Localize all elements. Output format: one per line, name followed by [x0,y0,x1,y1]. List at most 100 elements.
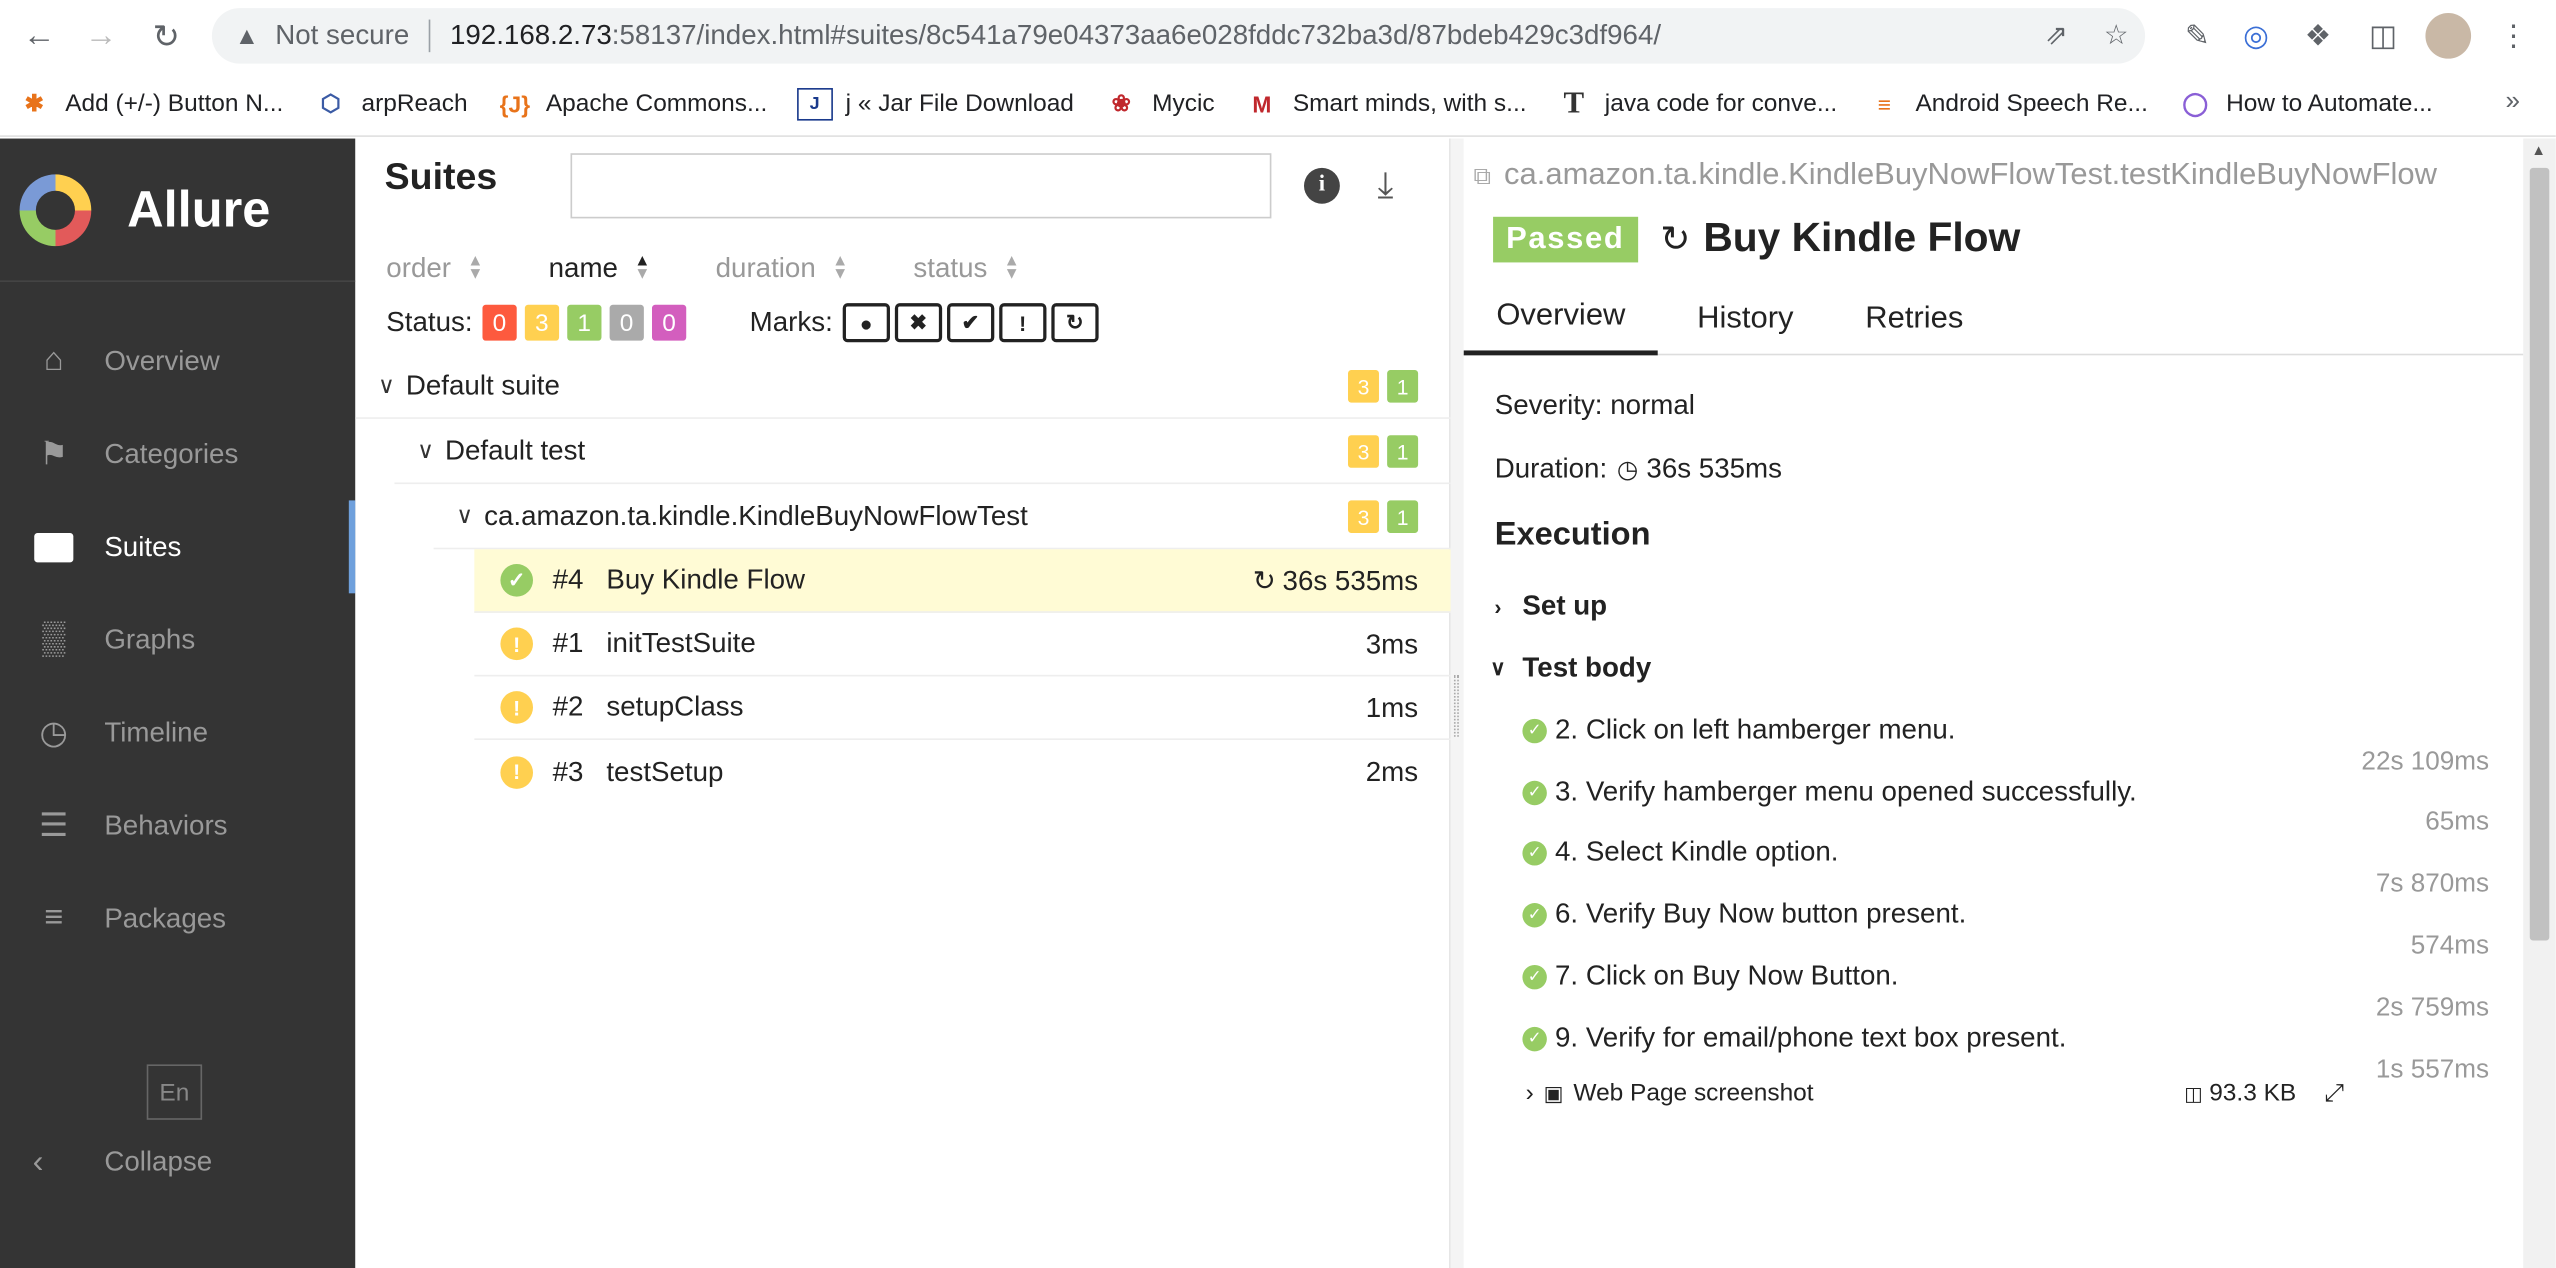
test-body-section[interactable]: ∨ Test body [1483,652,1651,685]
check-circle-icon: ✓ [1522,1026,1547,1051]
scrollbar-thumb[interactable] [2529,167,2550,941]
sidebar-item-graphs[interactable]: ▒ Graphs [0,593,355,686]
avatar[interactable] [2425,13,2472,59]
check-circle-icon: ✓ [1522,779,1547,805]
bookmark-8[interactable]: ◯ How to Automate... [2177,87,2432,120]
bookmark-3[interactable]: Jj « Jar File Download [796,87,1074,120]
broken-count: 3 [1348,370,1379,403]
sidebar-menu: ⌂ Overview ⚑ Categories Suites ▒ Graphs ◷ Ti… [0,315,356,965]
expand-icon[interactable]: ⤢ [2324,1079,2344,1107]
bookmark-7[interactable]: ≡ Android Speech Re... [1867,87,2148,120]
copy-icon[interactable]: ⧉ [1474,162,1491,190]
test-row[interactable]: ! #1 initTestSuite 3ms [474,613,1451,677]
brand-name: Allure [127,180,271,238]
step-row[interactable]: ✓ 7. Click on Buy Now Button. [1522,960,1898,993]
sort-arrows-icon: ▲ ▼ [467,252,484,284]
chevron-left-icon: ‹ [32,1143,44,1180]
bookmark-0[interactable]: ✱ Add (+/-) Button N... [16,87,284,120]
test-row[interactable]: ✓ #4 Buy Kindle Flow ↻ 36s 535ms [474,549,1451,613]
bookmark-label: Android Speech Re... [1915,89,2148,118]
passed-count: 1 [1387,435,1419,468]
chevron-right-icon: › [1525,1079,1534,1107]
attachment-row[interactable]: › ▣ Web Page screenshot ◫ 93.3 KB ⤢ [1525,1079,2344,1107]
suites-pane: Suites i ⤓ order ▲ ▼ name ▲ ▼ duration ▲ ▼ sta… [355,138,1451,1268]
info-icon[interactable]: i [1301,165,1343,207]
sort-order[interactable]: order ▲ ▼ [386,253,483,286]
sidebar-item-timeline[interactable]: ◷ Timeline [0,686,355,779]
tree-node-suite[interactable]: ∨ Default suite 31 [355,354,1451,419]
bookmark-4[interactable]: ❀ Mycic [1103,87,1215,120]
sort-status[interactable]: status ▲ ▼ [913,253,1019,286]
extension-badge-icon[interactable]: ◎ [2233,13,2279,59]
collapse-button[interactable]: ‹ Collapse [33,1130,213,1195]
retry-icon: ↻ [1660,217,1691,259]
marks-label: Marks: [749,306,833,338]
reload-icon[interactable]: ↻ [134,3,199,68]
status-filter-unknown[interactable]: 0 [651,304,687,341]
bookmark-1[interactable]: ⬡ arpReach [313,87,468,120]
search-input[interactable] [570,153,1272,219]
test-full-name: ⧉ ca.amazon.ta.kindle.KindleBuyNowFlowTe… [1474,158,2437,194]
bookmark-5[interactable]: M Smart minds, with s... [1244,87,1526,120]
brand[interactable]: Allure [0,139,356,282]
times-circle-icon[interactable]: ✖ [894,303,943,343]
tab-history[interactable]: History [1658,282,1826,355]
stack-icon: ≡ [1877,90,1892,117]
language-button[interactable]: En [146,1064,203,1120]
setup-section[interactable]: › Set up [1483,590,1607,623]
exclamation-circle-icon[interactable]: ! [999,303,1047,343]
share-icon[interactable]: ⇗ [2045,20,2068,53]
sort-label: status [913,252,988,284]
sort-bar: order ▲ ▼ name ▲ ▼ duration ▲ ▼ status ▲ ▼ [386,253,1085,286]
sidebar-item-behaviors[interactable]: ☰ Behaviors [0,779,355,872]
splitter-grip[interactable] [1453,674,1459,737]
star-icon[interactable]: ☆ [2104,20,2129,53]
kebab-menu-icon[interactable]: ⋮ [2491,13,2537,59]
sidebar-item-packages[interactable]: ≡ Packages [0,872,355,965]
sort-label: order [386,252,452,284]
tree-node-class[interactable]: ∨ ca.amazon.ta.kindle.KindleBuyNowFlowTe… [433,484,1451,550]
test-row[interactable]: ! #2 setupClass 1ms [474,676,1451,741]
status-filter-passed[interactable]: 1 [567,304,602,341]
step-label: 9. Verify for email/phone text box prese… [1555,1022,2067,1053]
side-panel-icon[interactable]: ◫ [2360,13,2406,59]
scroll-up-icon[interactable]: ▲ [2531,142,2546,158]
check-circle-icon[interactable]: ✔ [946,303,995,343]
sort-name[interactable]: name ▲ ▼ [549,253,651,286]
page-title: Suites [384,154,498,198]
tab-overview[interactable]: Overview [1463,282,1659,356]
sort-arrows-icon: ▲ ▼ [832,252,849,284]
status-filter-failed[interactable]: 0 [482,304,517,341]
bomb-icon[interactable]: ● [842,303,890,343]
bar-chart-icon: ▒ [42,621,66,657]
step-row[interactable]: ✓ 9. Verify for email/phone text box pres… [1522,1022,2066,1055]
step-row[interactable]: ✓ 3. Verify hamberger menu opened success… [1522,776,2137,809]
status-filter-broken[interactable]: 3 [524,304,559,341]
tab-retries[interactable]: Retries [1826,282,1996,355]
attachment-name: Web Page screenshot [1573,1079,1814,1107]
more-bookmarks-icon[interactable]: » [2505,88,2520,117]
forward-icon[interactable]: → [68,3,133,68]
step-row[interactable]: ✓ 2. Click on left hamberger menu. [1522,714,1955,747]
scrollbar[interactable]: ▲ [2523,138,2556,1268]
download-icon[interactable]: ⤓ [1364,165,1406,207]
step-row[interactable]: ✓ 6. Verify Buy Now button present. [1522,898,1966,931]
home-icon: ⌂ [43,342,64,379]
address-bar[interactable]: ▲ Not secure 192.168.2.73 :58137/index.h… [211,8,2146,64]
back-icon[interactable]: ← [7,3,72,68]
extension-dropper-icon[interactable]: ✎ [2174,13,2220,59]
tree-node-test[interactable]: ∨ Default test 31 [394,419,1451,485]
collapse-label: Collapse [104,1145,213,1177]
sidebar-item-overview[interactable]: ⌂ Overview [0,315,355,408]
sidebar-item-categories[interactable]: ⚑ Categories [0,408,355,501]
step-row[interactable]: ✓ 4. Select Kindle option. [1522,836,1838,869]
sidebar-item-suites[interactable]: Suites [0,500,356,594]
test-row[interactable]: ! #3 testSetup 2ms [474,740,1450,804]
sort-duration[interactable]: duration ▲ ▼ [716,253,849,286]
retry-icon[interactable]: ↻ [1051,303,1099,343]
status-filter-skipped[interactable]: 0 [609,304,644,341]
status-badge: Passed [1493,215,1638,262]
bookmark-2[interactable]: {J} Apache Commons... [497,87,768,120]
bookmark-6[interactable]: Tjava code for conve... [1556,86,1837,120]
puzzle-icon[interactable]: ❖ [2295,13,2341,59]
